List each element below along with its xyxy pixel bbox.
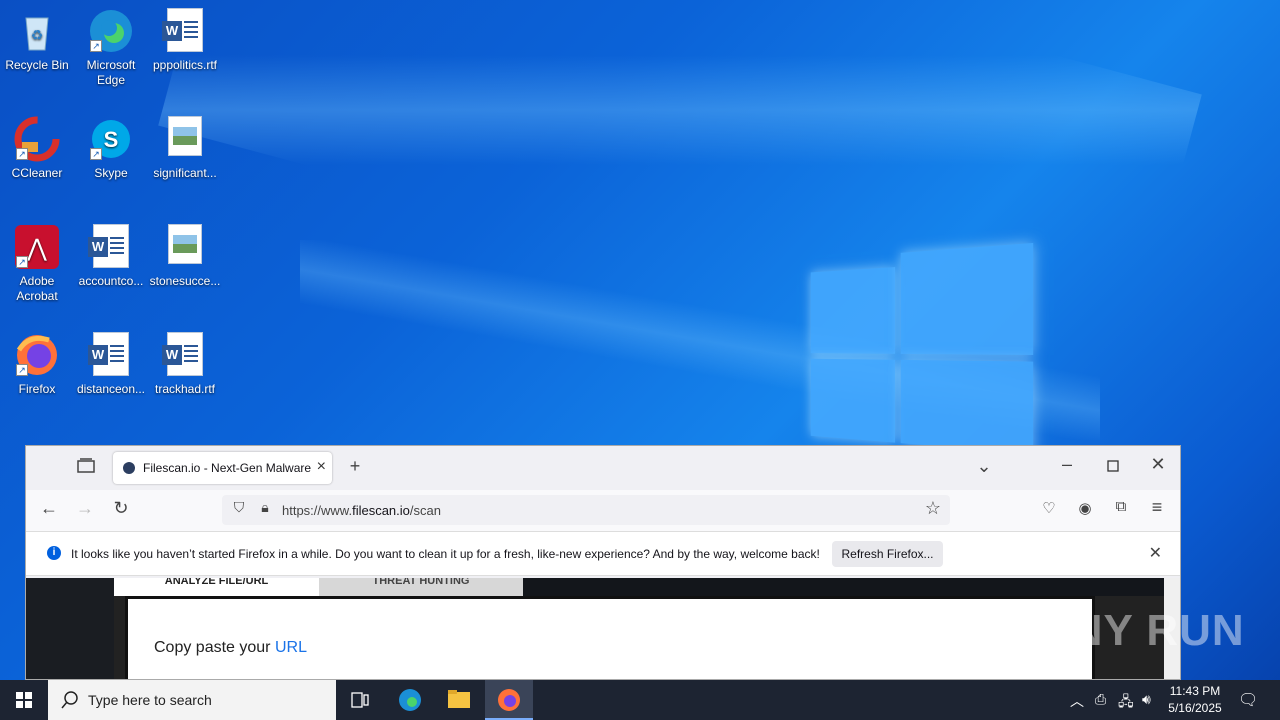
image-file-icon [162,224,208,270]
system-clock[interactable]: 11:43 PM 5/16/2025 [1165,683,1225,717]
account-icon[interactable]: ◉ [1074,499,1096,517]
page-sidebar [26,578,114,680]
back-arrow-icon[interactable]: ← [38,498,60,519]
list-tabs-chevron-icon[interactable]: ⌄ [974,456,994,477]
recycle-bin-icon: ♻ [14,8,60,54]
search-icon [60,690,80,710]
icon-label: Skype [74,166,148,181]
desktop-icon-skype[interactable]: S ↗ Skype [74,116,148,181]
bookmark-star-icon[interactable]: ☆ [922,498,944,519]
taskbar-firefox-button[interactable] [485,680,533,720]
tracking-shield-icon[interactable]: ⛉ [230,499,248,516]
maximize-icon[interactable] [1102,456,1124,477]
firefox-icon: ↗ [14,332,60,378]
meet-now-icon[interactable]: ⎙ [1095,691,1106,720]
close-tab-icon[interactable]: × [317,458,326,476]
icon-label: significant... [148,166,222,181]
windows-logo [811,234,1033,454]
filescan-favicon [123,462,135,474]
address-bar[interactable]: ⛉ 🔒︎ https://www.filescan.io/scan ☆ [222,495,950,525]
taskbar-file-explorer-button[interactable] [435,680,483,720]
icon-label: pppolitics.rtf [148,58,222,73]
close-notification-icon[interactable]: ✕ [1149,543,1162,563]
task-view-button[interactable] [336,680,384,720]
tab-analyze-file-url[interactable]: ANALYZE FILE/URL [114,578,319,596]
page-content: ANALYZE FILE/URL THREAT HUNTING Copy pas… [26,578,1166,680]
svg-text:S: S [104,127,119,152]
desktop-icon-acrobat[interactable]: ⋀ ↗ Adobe Acrobat [0,224,74,304]
acrobat-icon: ⋀ ↗ [14,224,60,270]
scan-panel: Copy paste your URL [125,596,1095,680]
image-file-icon [162,116,208,162]
icon-label: trackhad.rtf [148,382,222,397]
windows-start-icon [0,680,48,720]
desktop-icon-stonesucce[interactable]: stonesucce... [148,224,222,289]
notification-message: It looks like you haven’t started Firefo… [71,547,820,561]
info-icon: i [47,546,61,560]
desktop-icon-ccleaner[interactable]: ↗ CCleaner [0,116,74,181]
desktop-icon-recycle-bin[interactable]: ♻ Recycle Bin [0,8,74,73]
desktop-icon-edge[interactable]: ↗ Microsoft Edge [74,8,148,88]
desktop-icon-firefox[interactable]: ↗ Firefox [0,332,74,397]
svg-text:⋀: ⋀ [26,235,47,262]
minimize-icon[interactable]: – [1056,454,1078,475]
word-document-icon: W [88,332,134,378]
desktop-icon-distanceon[interactable]: W distanceon... [74,332,148,397]
close-window-icon[interactable]: ✕ [1147,454,1169,475]
word-document-icon: W [88,224,134,270]
tab-bar: Filescan.io - Next-Gen Malware × + ⌄ – ✕ [26,446,1180,490]
desktop-icon-accountco[interactable]: W accountco... [74,224,148,289]
anyrun-watermark: ANY RUN [1038,606,1245,656]
tab-title: Filescan.io - Next-Gen Malware [143,461,311,475]
navigation-bar: ← → ↻ ⛉ 🔒︎ https://www.filescan.io/scan … [26,490,1180,532]
svg-text:♻: ♻ [31,27,44,43]
desktop-icon-trackhad[interactable]: W trackhad.rtf [148,332,222,397]
panel-heading: Copy paste your URL [154,639,307,657]
desktop-icon-significant[interactable]: significant... [148,116,222,181]
taskbar-search-box[interactable]: Type here to search [48,680,336,720]
icon-label: Microsoft Edge [74,58,148,88]
edge-icon: ↗ [88,8,134,54]
reload-icon[interactable]: ↻ [110,498,132,519]
lock-icon[interactable]: 🔒︎ [256,499,274,516]
volume-icon[interactable]: 🔊︎ [1142,691,1151,720]
icon-label: Adobe Acrobat [0,274,74,304]
start-button[interactable] [0,680,48,720]
notification-bar: i It looks like you haven’t started Fire… [26,532,1180,576]
firefox-window: Filescan.io - Next-Gen Malware × + ⌄ – ✕… [25,445,1181,680]
menu-icon[interactable]: ≡ [1146,497,1168,518]
pocket-icon[interactable]: ♡ [1038,499,1060,517]
extensions-icon[interactable]: ⧉ [1110,498,1132,515]
icon-label: Recycle Bin [0,58,74,73]
refresh-firefox-button[interactable]: Refresh Firefox... [832,541,943,567]
word-document-icon: W [162,332,208,378]
browser-tab-filescan[interactable]: Filescan.io - Next-Gen Malware × [113,452,332,484]
icon-label: CCleaner [0,166,74,181]
new-tab-icon[interactable]: + [344,456,366,477]
icon-label: stonesucce... [148,274,222,289]
forward-arrow-icon[interactable]: → [74,498,96,519]
taskbar-edge-button[interactable] [386,680,434,720]
show-hidden-icons-chevron[interactable]: ︿ [1070,691,1084,720]
icon-label: distanceon... [74,382,148,397]
skype-icon: S ↗ [88,116,134,162]
taskbar: Type here to search ︿ ⎙ 🖧︎ 🔊︎ 11:43 PM 5… [0,680,1280,720]
url-text: https://www.filescan.io/scan [282,503,441,518]
search-placeholder: Type here to search [88,692,212,708]
clock-date: 5/16/2025 [1165,700,1225,717]
network-icon[interactable]: 🖧︎ [1118,691,1134,720]
clock-time: 11:43 PM [1165,683,1225,700]
firefox-view-icon[interactable] [76,458,96,479]
notifications-icon[interactable]: 🗨︎ [1238,690,1258,720]
desktop-icon-pppolitics[interactable]: W pppolitics.rtf [148,8,222,73]
icon-label: accountco... [74,274,148,289]
ccleaner-icon: ↗ [14,116,60,162]
icon-label: Firefox [0,382,74,397]
tab-threat-hunting[interactable]: THREAT HUNTING [319,578,523,596]
word-document-icon: W [162,8,208,54]
